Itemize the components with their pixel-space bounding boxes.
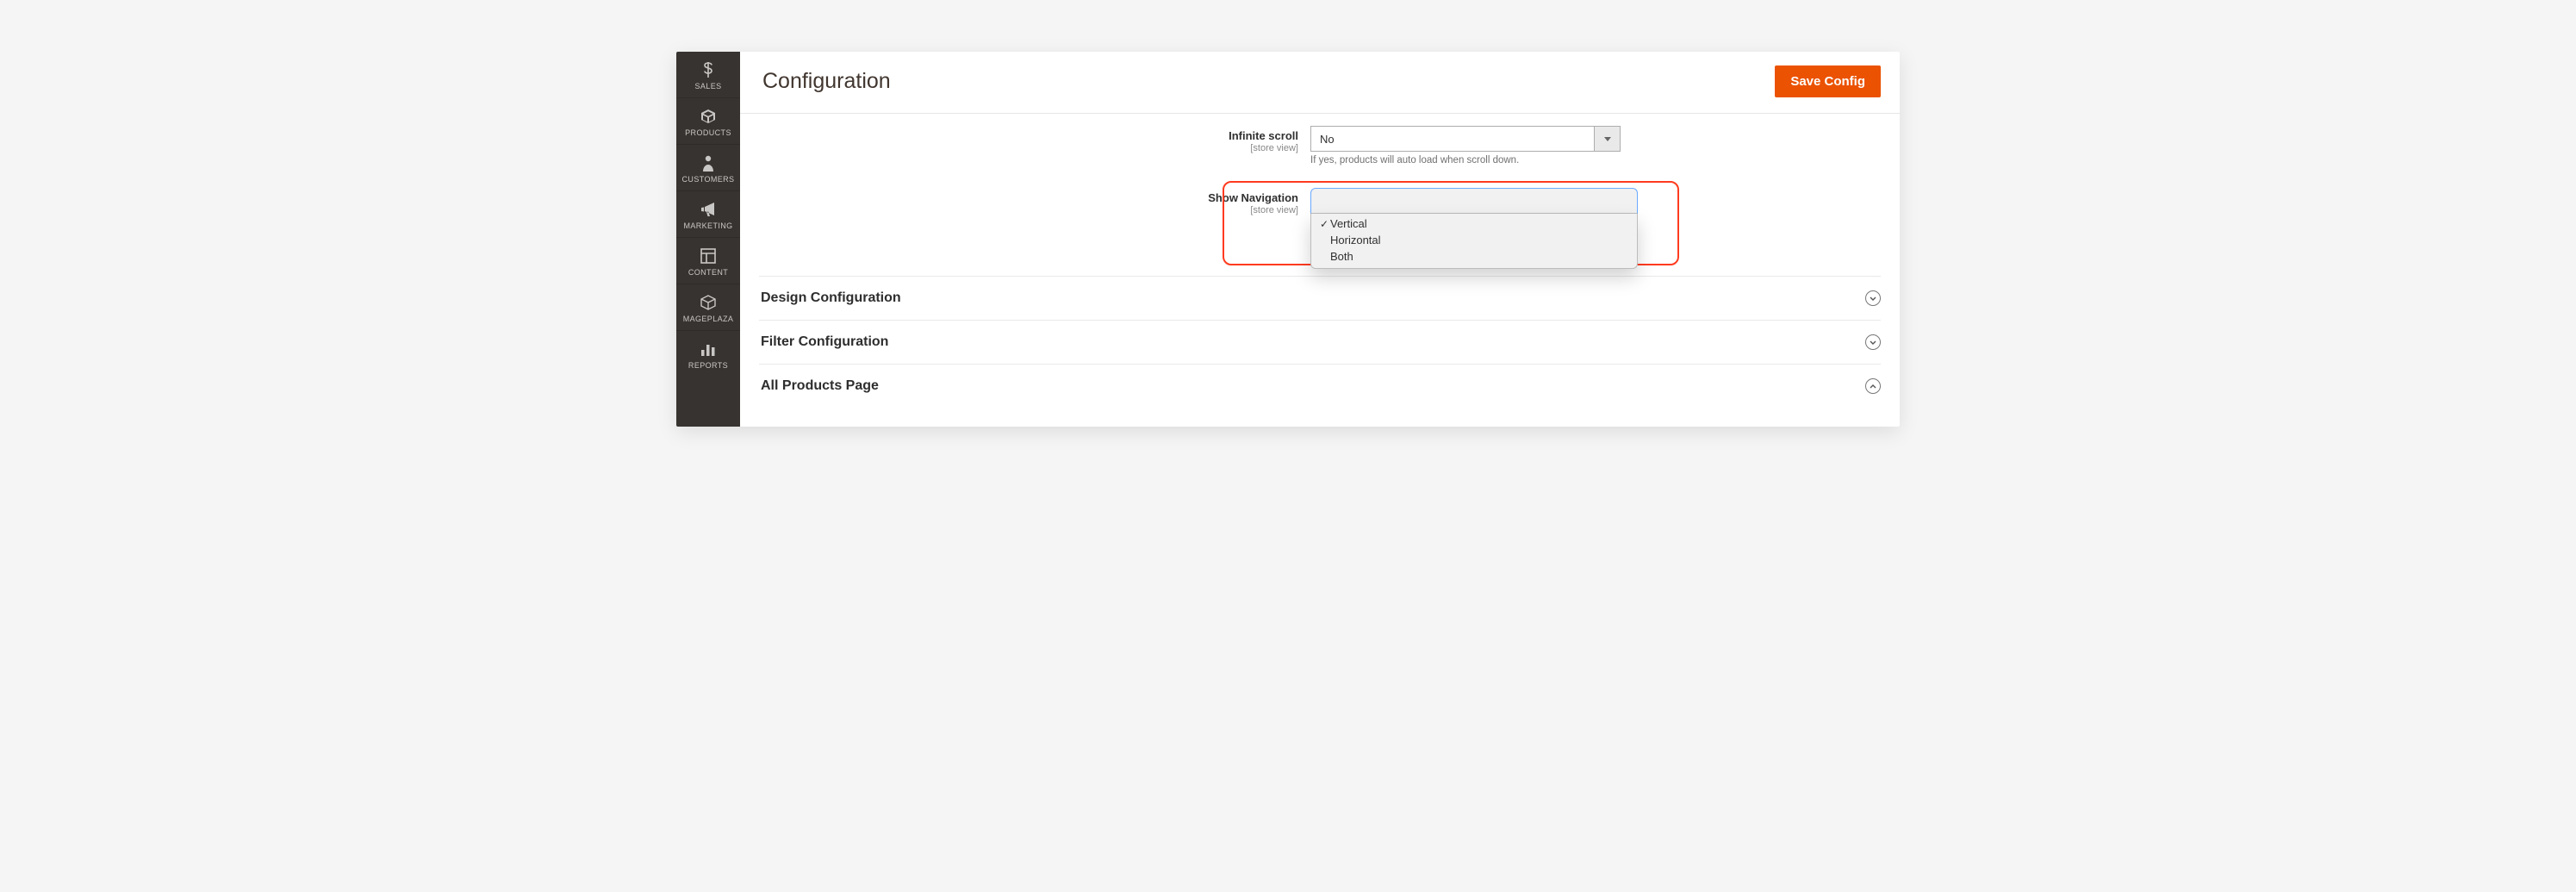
box-icon	[700, 107, 717, 126]
sidebar-item-customers[interactable]: CUSTOMERS	[676, 144, 740, 190]
dollar-icon	[701, 60, 715, 79]
admin-sidebar: SALES PRODUCTS CUSTOMERS MARKETING CONTE…	[676, 52, 740, 427]
checkmark-icon: ✓	[1318, 218, 1330, 230]
chevron-down-icon	[1865, 290, 1881, 306]
field-infinite-scroll: Infinite scroll [store view] No If yes, …	[759, 126, 1881, 165]
field-show-navigation: Show Navigation [store view] ✓ Vertical …	[759, 188, 1881, 215]
megaphone-icon	[700, 200, 717, 219]
section-title: Filter Configuration	[759, 334, 888, 350]
option-label: Vertical	[1330, 217, 1367, 230]
chevron-down-icon	[1594, 127, 1620, 151]
save-config-button[interactable]: Save Config	[1775, 65, 1881, 97]
label-text: Infinite scroll	[759, 129, 1298, 142]
field-note: If yes, products will auto load when scr…	[1310, 155, 1621, 165]
sidebar-item-content[interactable]: CONTENT	[676, 237, 740, 284]
section-filter-configuration[interactable]: Filter Configuration	[759, 320, 1881, 364]
dropdown-option-vertical[interactable]: ✓ Vertical	[1311, 215, 1637, 232]
show-navigation-dropdown: ✓ Vertical Horizontal Both	[1310, 214, 1638, 269]
sidebar-item-label: REPORTS	[688, 361, 728, 370]
sidebar-item-products[interactable]: PRODUCTS	[676, 97, 740, 144]
field-label: Show Navigation [store view]	[759, 188, 1310, 215]
section-title: Design Configuration	[759, 290, 901, 306]
sidebar-item-mageplaza[interactable]: MAGEPLAZA	[676, 284, 740, 330]
chevron-up-icon	[1865, 378, 1881, 394]
layout-icon	[700, 246, 716, 265]
scope-text: [store view]	[759, 143, 1298, 153]
sidebar-item-label: PRODUCTS	[685, 128, 731, 137]
scope-text: [store view]	[759, 205, 1298, 215]
sidebar-item-label: SALES	[694, 82, 721, 90]
infinite-scroll-select[interactable]: No	[1310, 126, 1621, 152]
admin-window: SALES PRODUCTS CUSTOMERS MARKETING CONTE…	[676, 52, 1900, 427]
option-label: Horizontal	[1330, 234, 1381, 246]
sidebar-item-label: MAGEPLAZA	[683, 315, 734, 323]
option-label: Both	[1330, 250, 1353, 263]
section-design-configuration[interactable]: Design Configuration	[759, 276, 1881, 320]
select-value: No	[1320, 133, 1335, 146]
field-label: Infinite scroll [store view]	[759, 126, 1310, 153]
bar-chart-icon	[700, 340, 716, 359]
sidebar-item-label: MARKETING	[683, 221, 732, 230]
sidebar-item-marketing[interactable]: MARKETING	[676, 190, 740, 237]
person-icon	[702, 153, 714, 172]
main-content: Configuration Save Config Infinite scrol…	[740, 52, 1900, 427]
sidebar-item-label: CUSTOMERS	[682, 175, 735, 184]
show-navigation-select[interactable]	[1310, 188, 1638, 214]
page-header: Configuration Save Config	[740, 52, 1900, 114]
sections: Design Configuration Filter Configuratio…	[759, 276, 1881, 408]
cube-icon	[700, 293, 717, 312]
field-control: No If yes, products will auto load when …	[1310, 126, 1621, 165]
sidebar-item-label: CONTENT	[688, 268, 728, 277]
label-text: Show Navigation	[759, 191, 1298, 204]
section-all-products-page[interactable]: All Products Page	[759, 364, 1881, 408]
section-title: All Products Page	[759, 378, 879, 394]
page-title: Configuration	[762, 69, 891, 94]
sidebar-item-reports[interactable]: REPORTS	[676, 330, 740, 377]
dropdown-option-both[interactable]: Both	[1311, 248, 1637, 265]
dropdown-option-horizontal[interactable]: Horizontal	[1311, 232, 1637, 248]
sidebar-item-sales[interactable]: SALES	[676, 52, 740, 97]
chevron-down-icon	[1865, 334, 1881, 350]
config-content: Infinite scroll [store view] No If yes, …	[740, 114, 1900, 427]
